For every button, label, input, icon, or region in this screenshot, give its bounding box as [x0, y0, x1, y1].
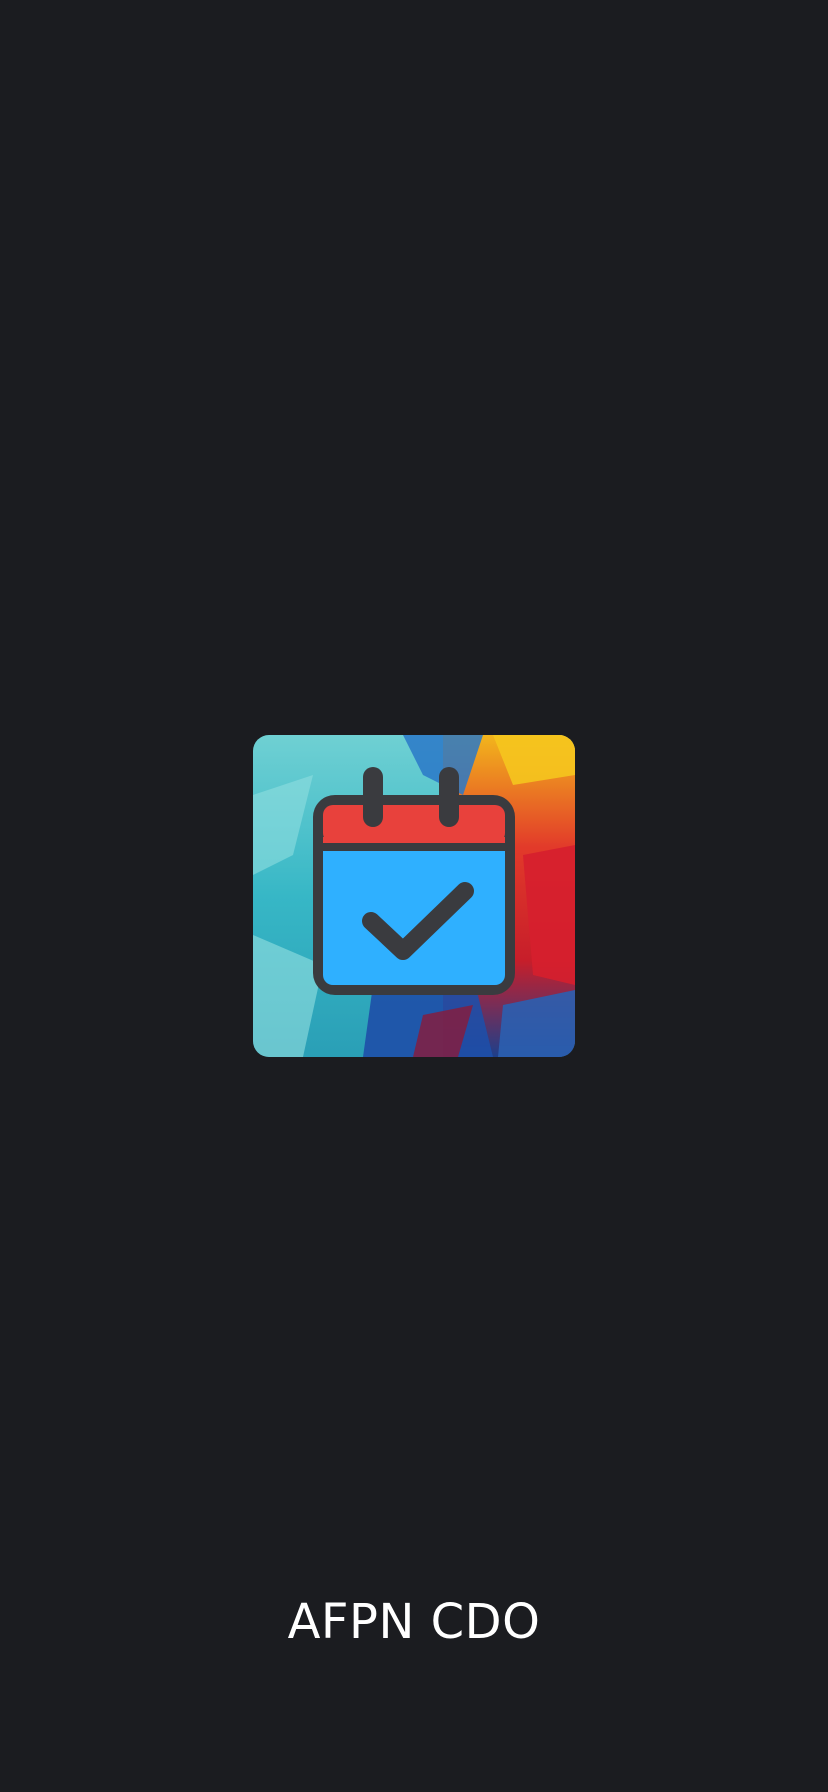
- app-icon: [253, 735, 575, 1057]
- calendar-check-icon: [253, 735, 575, 1057]
- app-name-label: AFPN CDO: [287, 1594, 541, 1650]
- splash-screen: AFPN CDO: [0, 0, 828, 1792]
